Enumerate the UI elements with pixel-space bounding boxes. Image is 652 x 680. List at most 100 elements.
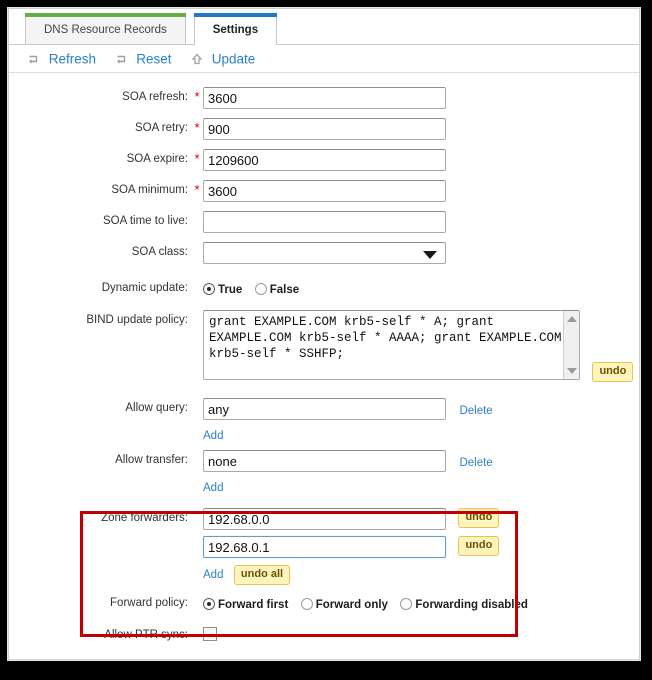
forward-policy-radio-group: Forward first Forward only Forwarding di… xyxy=(203,593,639,613)
field-row-allow-transfer: Allow transfer: Delete xyxy=(9,450,639,472)
reset-icon xyxy=(115,52,129,66)
soa-minimum-label: SOA minimum: xyxy=(111,184,188,196)
chevron-down-icon xyxy=(423,251,437,259)
soa-time-to-live-label: SOA time to live: xyxy=(102,215,188,227)
zone-forwarder-input-1[interactable] xyxy=(203,508,446,530)
forward-policy-option-forward-only[interactable]: Forward only xyxy=(300,598,388,612)
soa-retry-input[interactable] xyxy=(203,118,446,140)
field-row-allow-ptr-sync: Allow PTR sync: xyxy=(9,625,639,643)
settings-form: SOA refresh: * SOA retry: * SOA expire: … xyxy=(9,73,639,643)
zone-forwarder-row-2: undo xyxy=(9,536,639,558)
tab-settings[interactable]: Settings xyxy=(193,13,278,45)
allow-query-add-row: Add xyxy=(9,423,639,444)
bind-update-policy-required-marker xyxy=(191,310,203,312)
forward-policy-label: Forward policy: xyxy=(110,597,188,609)
soa-minimum-required-marker: * xyxy=(194,182,200,197)
field-row-dynamic-update: Dynamic update: True False xyxy=(9,278,639,298)
soa-minimum-input[interactable] xyxy=(203,180,446,202)
scroll-down-arrow-icon[interactable] xyxy=(567,368,577,374)
soa-expire-label: SOA expire: xyxy=(126,153,188,165)
radio-unselected-icon xyxy=(300,598,313,610)
field-row-bind-update-policy: BIND update policy: grant EXAMPLE.COM kr… xyxy=(9,310,639,385)
soa-refresh-required-marker: * xyxy=(194,89,200,104)
zone-forwarder-undo-button-2[interactable]: undo xyxy=(458,536,500,556)
allow-query-add-link[interactable]: Add xyxy=(203,430,223,442)
soa-expire-input[interactable] xyxy=(203,149,446,171)
soa-class-label: SOA class: xyxy=(131,246,188,258)
bind-update-policy-label: BIND update policy: xyxy=(86,314,188,326)
zone-forwarder-input-2[interactable] xyxy=(203,536,446,558)
allow-transfer-input[interactable] xyxy=(203,450,446,472)
allow-transfer-label: Allow transfer: xyxy=(115,454,188,466)
forward-policy-option-1-label: Forward first xyxy=(218,599,289,611)
reset-button[interactable]: Reset xyxy=(115,49,172,69)
bind-update-policy-textarea-wrap: grant EXAMPLE.COM krb5-self * A; grant E… xyxy=(203,310,580,385)
field-row-allow-query: Allow query: Delete xyxy=(9,398,639,420)
field-row-soa-expire: SOA expire: * xyxy=(9,149,639,171)
reset-label: Reset xyxy=(136,51,172,67)
zone-forwarders-required-marker xyxy=(191,508,203,510)
update-button[interactable]: Update xyxy=(190,49,255,69)
allow-query-delete-link[interactable]: Delete xyxy=(459,405,492,417)
dynamic-update-option-false[interactable]: False xyxy=(254,283,299,297)
refresh-icon xyxy=(27,52,41,66)
forward-policy-option-2-label: Forward only xyxy=(315,599,388,611)
allow-query-required-marker xyxy=(191,398,203,400)
forward-policy-option-forward-first[interactable]: Forward first xyxy=(203,598,288,612)
refresh-label: Refresh xyxy=(48,51,97,67)
forward-policy-option-forwarding-disabled[interactable]: Forwarding disabled xyxy=(400,598,528,612)
zone-forwarders-undo-all-button[interactable]: undo all xyxy=(233,565,291,585)
soa-retry-label: SOA retry: xyxy=(134,122,188,134)
field-row-soa-class: SOA class: xyxy=(9,242,639,269)
radio-unselected-icon xyxy=(254,283,267,295)
field-row-zone-forwarders: Zone forwarders: undo xyxy=(9,508,639,530)
soa-expire-required-marker: * xyxy=(194,151,200,166)
scroll-up-arrow-icon[interactable] xyxy=(567,316,577,322)
app-window: DNS Resource Records Settings Refresh Re… xyxy=(8,8,640,660)
allow-transfer-required-marker xyxy=(191,450,203,452)
dynamic-update-option-true[interactable]: True xyxy=(203,283,242,297)
soa-refresh-input[interactable] xyxy=(203,87,446,109)
soa-class-select[interactable] xyxy=(203,242,446,264)
tab-strip: DNS Resource Records Settings xyxy=(9,13,639,45)
soa-ttl-required-marker xyxy=(191,211,203,213)
bind-update-policy-textarea[interactable]: grant EXAMPLE.COM krb5-self * A; grant E… xyxy=(203,310,580,380)
allow-query-input[interactable] xyxy=(203,398,446,420)
bind-update-policy-undo-button[interactable]: undo xyxy=(592,362,634,382)
refresh-button[interactable]: Refresh xyxy=(27,49,96,69)
dynamic-update-radio-group: True False xyxy=(203,278,639,298)
radio-selected-icon xyxy=(203,598,215,610)
soa-time-to-live-input[interactable] xyxy=(203,211,446,233)
dynamic-update-option-true-label: True xyxy=(218,284,243,296)
allow-ptr-sync-label: Allow PTR sync: xyxy=(104,629,188,641)
allow-query-label: Allow query: xyxy=(125,402,188,414)
allow-transfer-delete-link[interactable]: Delete xyxy=(459,457,492,469)
allow-transfer-add-link[interactable]: Add xyxy=(203,482,223,494)
tab-settings-label: Settings xyxy=(212,24,259,36)
dynamic-update-label: Dynamic update: xyxy=(101,282,188,294)
tab-accent-bar-blue xyxy=(193,13,278,17)
tab-dns-resource-records-label: DNS Resource Records xyxy=(44,24,167,36)
soa-refresh-label: SOA refresh: xyxy=(122,91,188,103)
allow-ptr-sync-checkbox[interactable] xyxy=(203,626,217,641)
zone-forwarders-label: Zone forwarders: xyxy=(101,512,188,524)
tab-dns-resource-records[interactable]: DNS Resource Records xyxy=(25,13,186,44)
forward-policy-required-marker xyxy=(191,593,203,595)
tab-accent-bar-green xyxy=(25,13,186,17)
field-row-soa-minimum: SOA minimum: * xyxy=(9,180,639,202)
textarea-scrollbar[interactable] xyxy=(563,311,579,379)
field-row-soa-time-to-live: SOA time to live: xyxy=(9,211,639,233)
zone-forwarder-undo-button-1[interactable]: undo xyxy=(458,508,500,528)
radio-selected-icon xyxy=(203,283,215,295)
forward-policy-option-3-label: Forwarding disabled xyxy=(415,599,528,611)
field-row-soa-retry: SOA retry: * xyxy=(9,118,639,140)
zone-forwarders-add-link[interactable]: Add xyxy=(203,569,223,581)
allow-transfer-add-row: Add xyxy=(9,475,639,496)
dynamic-update-required-marker xyxy=(191,278,203,280)
up-arrow-icon xyxy=(190,52,204,66)
allow-ptr-sync-required-marker xyxy=(191,625,203,627)
field-row-forward-policy: Forward policy: Forward first Forward on… xyxy=(9,593,639,613)
radio-unselected-icon xyxy=(400,598,413,610)
soa-class-required-marker xyxy=(191,242,203,244)
zone-forwarders-add-row: Add undo all xyxy=(9,562,639,585)
